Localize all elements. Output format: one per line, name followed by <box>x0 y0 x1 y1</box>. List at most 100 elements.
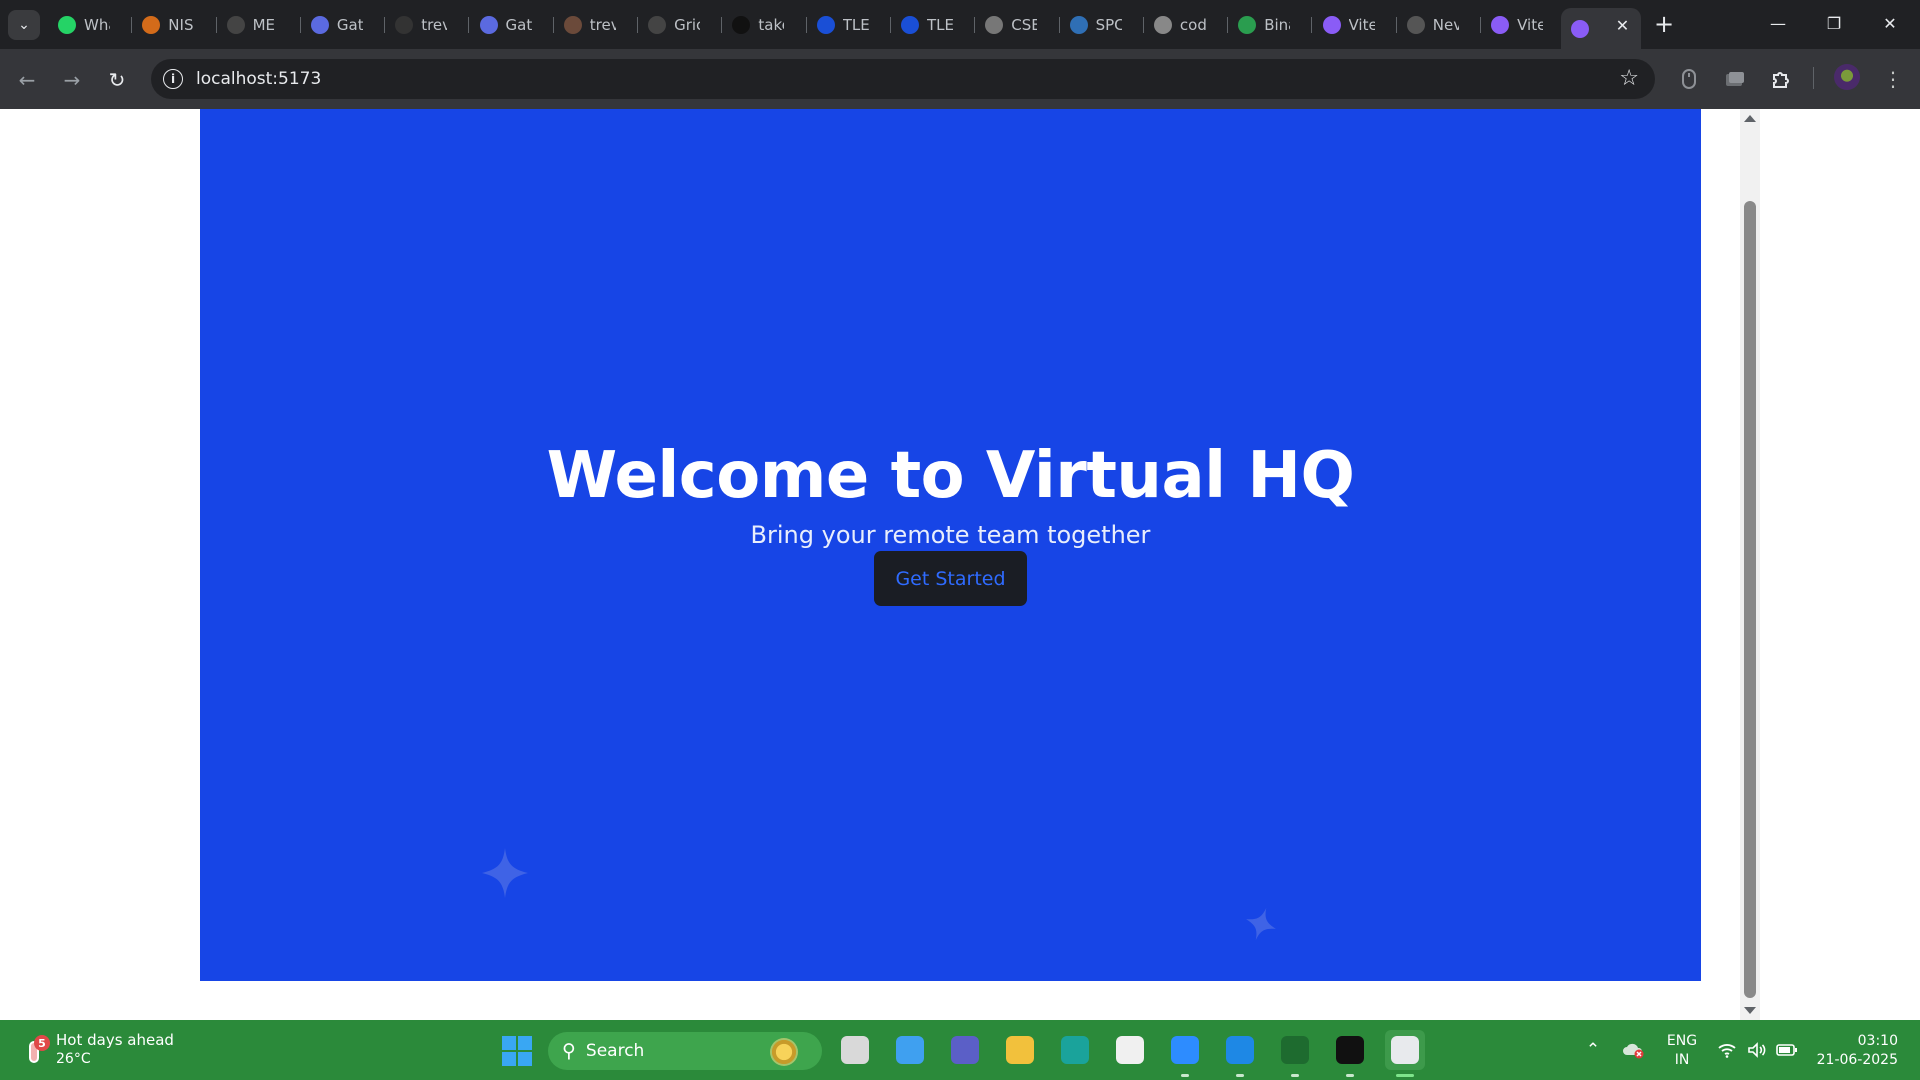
browser-tab[interactable]: Bina <box>1228 8 1313 42</box>
browser-tab[interactable]: Gat <box>470 8 554 42</box>
taskbar-app-copilot[interactable] <box>890 1030 930 1070</box>
browser-tab[interactable]: Gric <box>638 8 723 42</box>
browser-tab[interactable]: Nev <box>1397 8 1482 42</box>
sparkle-decoration-icon <box>1246 907 1276 941</box>
restore-button[interactable]: ❐ <box>1806 0 1862 46</box>
running-indicator <box>1181 1074 1189 1077</box>
taskbar-app-zoom[interactable] <box>1165 1030 1205 1077</box>
sparkle-decoration-icon <box>482 848 528 898</box>
cursor-icon <box>1336 1036 1364 1064</box>
browser-tab[interactable]: cod <box>1144 8 1229 42</box>
browser-tab[interactable]: Gat <box>301 8 386 42</box>
tab-title: Vite <box>1517 16 1544 34</box>
taskbar-app-vscode[interactable] <box>1220 1030 1260 1077</box>
chrome-icon <box>1406 16 1425 34</box>
browser-tab[interactable]: take <box>722 8 807 42</box>
bookmark-star-icon[interactable]: ☆ <box>1619 66 1639 91</box>
minimize-button[interactable]: — <box>1750 0 1806 46</box>
close-window-button[interactable]: ✕ <box>1862 0 1918 46</box>
taskbar-app-file-explorer[interactable] <box>1000 1030 1040 1070</box>
get-started-button[interactable]: Get Started <box>874 551 1027 606</box>
language-indicator[interactable]: ENG IN <box>1662 1032 1702 1070</box>
browser-tab[interactable]: trev <box>385 8 470 42</box>
forward-button[interactable]: → <box>56 64 88 96</box>
taskbar-app-store[interactable] <box>1110 1030 1150 1070</box>
hero-section: Welcome to Virtual HQ Bring your remote … <box>200 109 1701 981</box>
chevron-up-icon: ⌃ <box>1585 1040 1601 1060</box>
browser-tab[interactable]: ME <box>217 8 301 42</box>
taskbar-app-teams[interactable] <box>945 1030 985 1070</box>
tab-search-button[interactable]: ⌄ <box>8 10 40 40</box>
volume-icon[interactable] <box>1744 1020 1770 1080</box>
tab-active[interactable]: ✕ <box>1561 8 1642 49</box>
battery-icon[interactable] <box>1774 1020 1800 1080</box>
system-clock[interactable]: 03:10 21-06-2025 <box>1812 1032 1898 1070</box>
scroll-thumb[interactable] <box>1744 201 1756 998</box>
browser-tab[interactable]: NIS <box>132 8 217 42</box>
browser-tab[interactable]: SPC <box>1060 8 1144 42</box>
openai-icon <box>226 16 245 34</box>
tab-title: Bina <box>1264 16 1290 34</box>
scroll-up-icon[interactable] <box>1744 115 1756 122</box>
zoom-icon <box>1171 1036 1199 1064</box>
store-icon <box>1116 1036 1144 1064</box>
taskbar-app-cursor[interactable] <box>1330 1030 1370 1077</box>
taskbar-app-chrome[interactable] <box>1385 1030 1425 1077</box>
profile-avatar[interactable] <box>1834 64 1860 90</box>
browser-toolbar: ← → ↻ i localhost:5173 ☆ ⋮ <box>0 49 1920 109</box>
browser-tab[interactable]: TLE <box>807 8 891 42</box>
start-button[interactable] <box>502 1036 532 1066</box>
browser-tab[interactable]: Vite <box>1313 8 1397 42</box>
reload-button[interactable]: ↻ <box>101 64 133 96</box>
task-view-icon <box>841 1036 869 1064</box>
wifi-icon[interactable] <box>1714 1020 1740 1080</box>
taskbar-app-task-view[interactable] <box>835 1030 875 1070</box>
weather-headline: Hot days ahead <box>56 1031 174 1049</box>
browser-tab[interactable]: trev <box>554 8 639 42</box>
onedrive-status-icon[interactable] <box>1620 1020 1646 1080</box>
mongodb-icon <box>1281 1036 1309 1064</box>
address-bar[interactable]: i localhost:5173 ☆ <box>151 59 1655 99</box>
show-hidden-icons-button[interactable]: ⌃ <box>1580 1020 1606 1080</box>
tab-title: SPC <box>1095 16 1122 34</box>
tle-icon <box>816 16 835 34</box>
extension-window-icon[interactable] <box>1718 62 1752 96</box>
extensions-puzzle-icon[interactable] <box>1764 62 1798 96</box>
browser-tab[interactable]: TLE <box>891 8 976 42</box>
github-icon <box>395 16 414 34</box>
address-url[interactable]: localhost:5173 <box>196 69 321 89</box>
running-indicator <box>1346 1074 1354 1077</box>
taskbar-app-mongodb[interactable] <box>1275 1030 1315 1077</box>
vscode-icon <box>1226 1036 1254 1064</box>
extension-mouse-icon[interactable] <box>1672 62 1706 96</box>
weather-widget[interactable]: 5 Hot days ahead 26°C <box>20 1028 174 1072</box>
tab-title: trev <box>421 16 448 34</box>
kebab-menu-icon: ⋮ <box>1883 67 1903 91</box>
tab-title: ME <box>252 16 276 34</box>
chrome-icon <box>1391 1036 1419 1064</box>
new-tab-button[interactable]: + <box>1649 9 1679 39</box>
language-region: IN <box>1674 1052 1690 1068</box>
clock-time: 03:10 <box>1857 1033 1898 1049</box>
clock-date: 21-06-2025 <box>1816 1052 1898 1068</box>
page-scrollbar[interactable] <box>1740 109 1760 1020</box>
back-button[interactable]: ← <box>11 64 43 96</box>
browser-menu-button[interactable]: ⋮ <box>1876 62 1910 96</box>
tab-close-icon[interactable]: ✕ <box>1613 16 1631 35</box>
tab-strip: ⌄ Wha NIS ME Gat trev Gat trev Gric take TLE TLE CS… <box>0 0 1920 49</box>
tab-title: CSE <box>1011 16 1038 34</box>
tab-title: Gric <box>674 16 700 34</box>
taskbar-search[interactable]: ⚲ Search <box>548 1032 822 1070</box>
browser-tab[interactable]: Vite <box>1481 8 1566 42</box>
minimize-icon: — <box>1770 13 1786 33</box>
copilot-icon <box>896 1036 924 1064</box>
restore-icon: ❐ <box>1826 13 1842 33</box>
profile-icon <box>563 16 582 34</box>
browser-tab[interactable]: Wha <box>48 8 133 42</box>
hero-title: Welcome to Virtual HQ <box>546 439 1355 513</box>
site-info-icon[interactable]: i <box>163 69 183 89</box>
browser-tab[interactable]: CSE <box>975 8 1060 42</box>
scroll-down-icon[interactable] <box>1744 1007 1756 1014</box>
taskbar-app-edge[interactable] <box>1055 1030 1095 1070</box>
close-icon: ✕ <box>1883 13 1897 33</box>
